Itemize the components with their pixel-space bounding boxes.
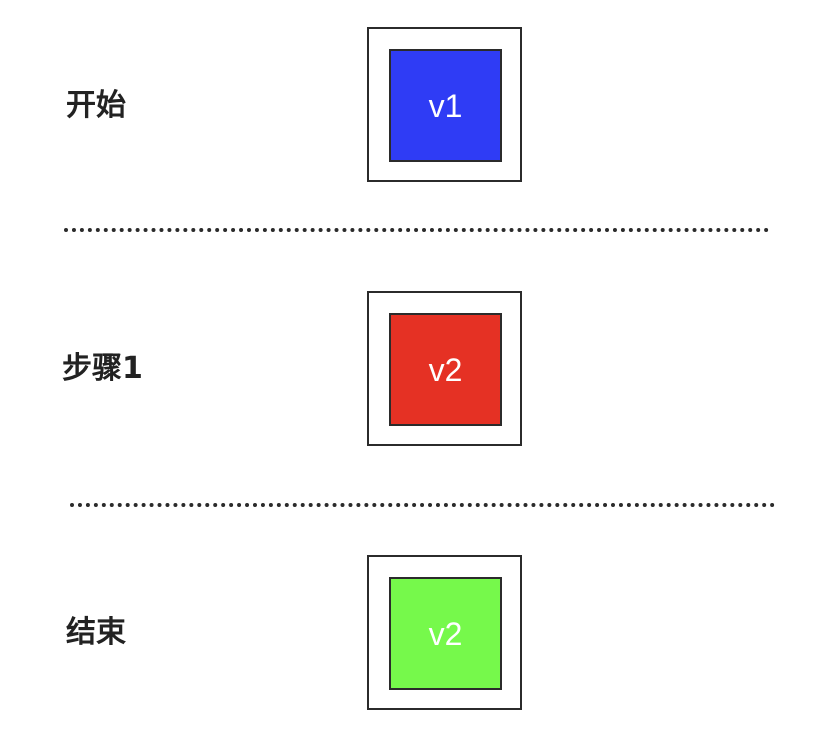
stage-label-step1: 步骤1 [62, 351, 143, 386]
stage-label-start: 开始 [66, 88, 126, 123]
dotted-divider-1 [64, 228, 769, 232]
state-value-end: v2 [428, 615, 463, 652]
state-box-step1: v2 [389, 313, 502, 426]
stage-container-start: v1 [367, 27, 522, 182]
dotted-divider-2 [70, 503, 775, 507]
state-box-start: v1 [389, 49, 502, 162]
stage-container-step1: v2 [367, 291, 522, 446]
stage-label-end: 结束 [66, 615, 126, 650]
stage-container-end: v2 [367, 555, 522, 710]
state-value-start: v1 [428, 87, 463, 124]
state-value-step1: v2 [428, 351, 463, 388]
state-box-end: v2 [389, 577, 502, 690]
